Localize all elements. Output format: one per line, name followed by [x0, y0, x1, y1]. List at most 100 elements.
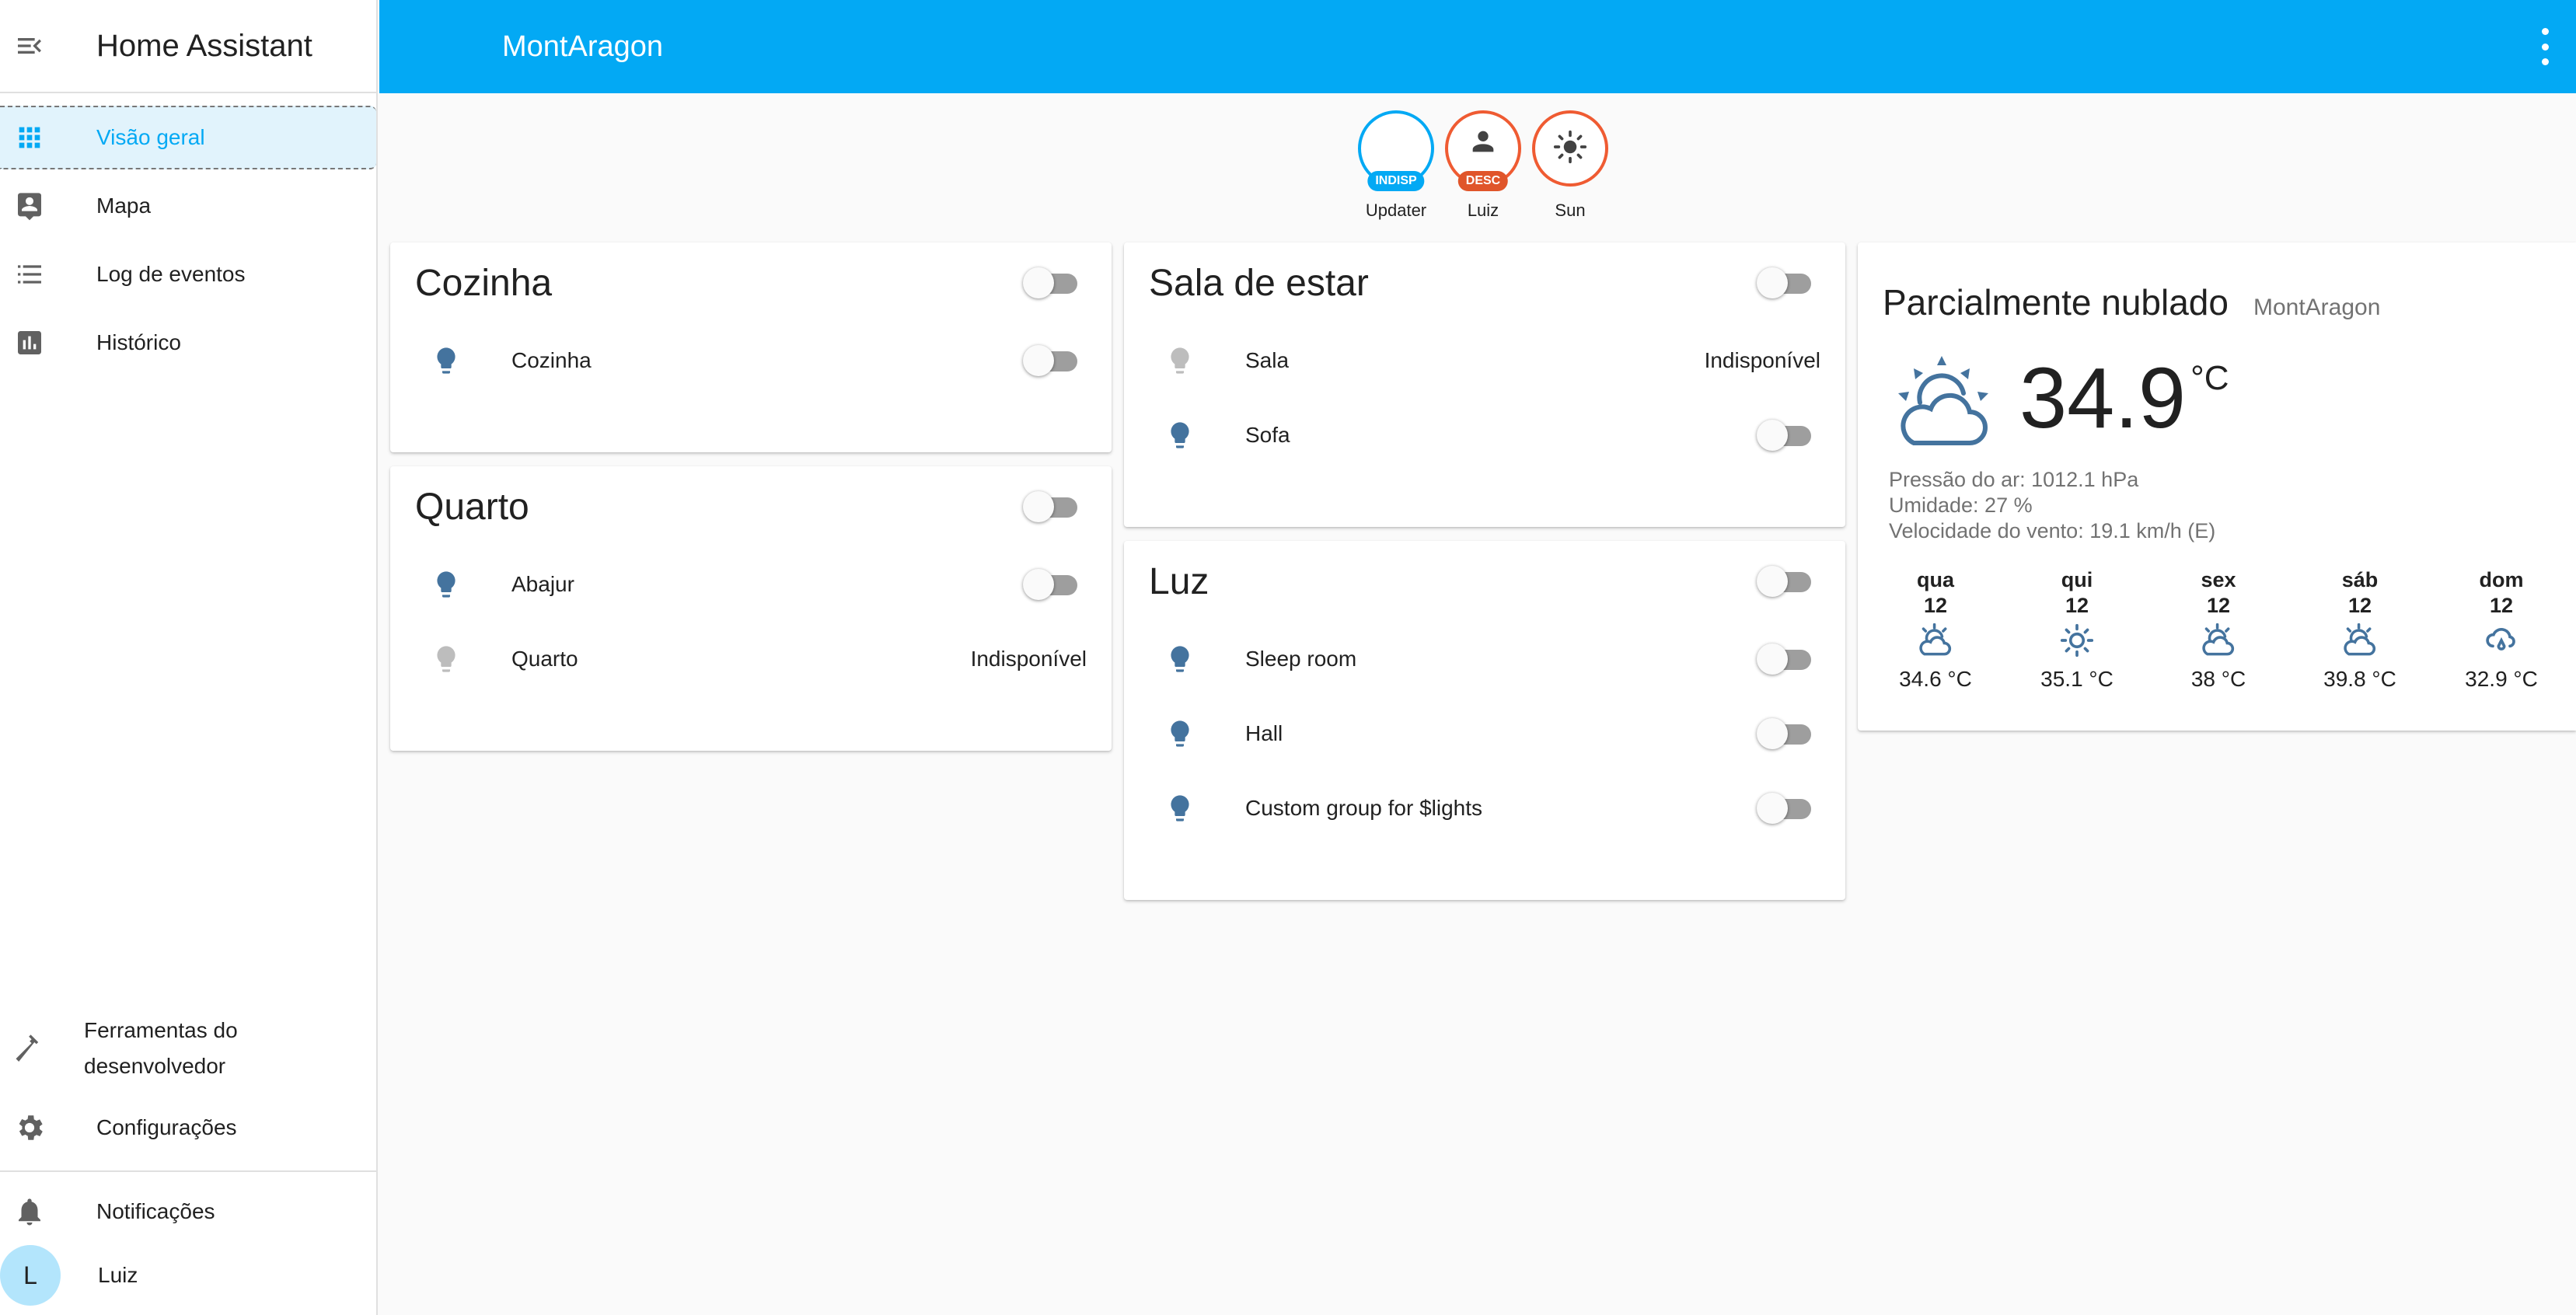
- app-toolbar: MontAragon: [379, 0, 2576, 93]
- forecast-date: 12: [2206, 594, 2231, 617]
- badge-circle: INDISP: [1358, 110, 1434, 191]
- card-title: Cozinha: [415, 262, 553, 304]
- group-toggle[interactable]: [1023, 267, 1077, 298]
- badge-sun[interactable]: Sun: [1527, 110, 1614, 221]
- entity-name: Sofa: [1245, 423, 1290, 447]
- sidebar-item-label: Visão geral: [96, 125, 205, 149]
- sidebar-item-label: Log de eventos: [96, 262, 246, 286]
- card-header: Cozinha: [390, 242, 1112, 323]
- gear-icon: [12, 1111, 47, 1145]
- sidebar-item-label: Histórico: [96, 330, 181, 354]
- entity-state: Indisponível: [970, 647, 1087, 671]
- forecast-date: 12: [1923, 594, 1948, 617]
- bell-icon: [12, 1195, 47, 1229]
- entity-row[interactable]: Sala Indisponível: [1124, 323, 1845, 398]
- lightbulb-icon: [1161, 791, 1199, 825]
- entity-name: Sala: [1245, 348, 1290, 372]
- card-header: Quarto: [390, 466, 1112, 547]
- avatar: L: [0, 1245, 61, 1306]
- rainy-icon: [2483, 619, 2520, 662]
- lightbulb-icon: [1161, 642, 1199, 676]
- entity-toggle[interactable]: [1757, 793, 1811, 824]
- entity-name: Sleep room: [1245, 647, 1357, 671]
- entity-toggle[interactable]: [1023, 345, 1077, 376]
- entity-row[interactable]: Cozinha: [390, 323, 1112, 398]
- sidebar-item-label: Ferramentas do desenvolvedor: [84, 1018, 238, 1078]
- sidebar-item-label: Luiz: [98, 1263, 138, 1287]
- entity-row[interactable]: Hall: [1124, 696, 1845, 771]
- card-quarto: Quarto Abajur Quarto Indisponível: [390, 466, 1112, 751]
- forecast-date: 12: [2489, 594, 2514, 617]
- entity-name: Hall: [1245, 721, 1283, 745]
- forecast-day: sex 12 38 °C: [2172, 567, 2265, 692]
- card-cozinha: Cozinha Cozinha: [390, 242, 1112, 452]
- sidebar: Home Assistant Visão geral Mapa Log de e…: [0, 0, 378, 1315]
- sidebar-item-logbook[interactable]: Log de eventos: [0, 242, 364, 306]
- weather-temperature: 34.9: [2019, 351, 2187, 446]
- badge-circle: [1532, 110, 1608, 187]
- forecast-weekday: sáb: [2341, 568, 2379, 591]
- card-header: Sala de estar: [1124, 242, 1845, 323]
- grid-icon: [12, 120, 47, 155]
- sidebar-item-label: Configurações: [96, 1115, 237, 1139]
- card-header: Luz: [1124, 541, 1845, 622]
- sidebar-item-settings[interactable]: Configurações: [0, 1096, 376, 1160]
- map-account-icon: [12, 189, 47, 223]
- weather-location: MontAragon: [2253, 295, 2381, 320]
- badge-updater[interactable]: INDISP Updater: [1353, 110, 1440, 221]
- entity-row[interactable]: Custom group for $lights: [1124, 771, 1845, 846]
- badges-row: INDISP Updater DESC Luiz Sun: [1353, 110, 1614, 221]
- lightbulb-icon: [428, 344, 465, 378]
- lightbulb-icon: [1161, 717, 1199, 751]
- sidebar-title: Home Assistant: [96, 28, 312, 63]
- entity-toggle[interactable]: [1023, 569, 1077, 600]
- lightbulb-icon: [428, 642, 465, 676]
- sidebar-item-profile[interactable]: L Luiz: [0, 1243, 376, 1307]
- sunny-icon: [2060, 619, 2094, 662]
- sidebar-divider: [0, 1170, 376, 1172]
- badge-person[interactable]: DESC Luiz: [1440, 110, 1527, 221]
- sidebar-nav: Visão geral Mapa Log de eventos Históric…: [0, 93, 376, 375]
- page-title: MontAragon: [502, 30, 664, 63]
- weather-forecast: qua 12 34.6 °C qui 12 35.1 °C sex 12 38 …: [1858, 567, 2576, 692]
- sidebar-item-overview[interactable]: Visão geral: [0, 106, 376, 169]
- sidebar-item-label: Notificações: [96, 1199, 215, 1223]
- list-icon: [12, 257, 47, 291]
- entity-name: Quarto: [511, 647, 578, 671]
- sidebar-item-notifications[interactable]: Notificações: [0, 1180, 376, 1243]
- entity-row[interactable]: Quarto Indisponível: [390, 622, 1112, 696]
- badge-name: Luiz: [1467, 201, 1499, 220]
- menu-collapse-icon[interactable]: [0, 0, 59, 92]
- forecast-temp: 35.1 °C: [2040, 667, 2114, 691]
- group-toggle[interactable]: [1757, 267, 1811, 298]
- entity-toggle[interactable]: [1757, 644, 1811, 675]
- badge-state: DESC: [1457, 171, 1509, 191]
- sidebar-item-developer-tools[interactable]: Ferramentas do desenvolvedor: [0, 1006, 376, 1091]
- forecast-day: qua 12 34.6 °C: [1889, 567, 1982, 692]
- hammer-icon: [12, 1032, 47, 1065]
- sidebar-item-map[interactable]: Mapa: [0, 174, 364, 238]
- weather-pressure: Pressão do ar: 1012.1 hPa: [1889, 468, 2139, 491]
- entity-name: Abajur: [511, 572, 574, 596]
- card-weather[interactable]: Parcialmente nublado MontAragon 34.9 °C: [1858, 242, 2576, 731]
- badge-name: Sun: [1555, 201, 1586, 220]
- group-toggle[interactable]: [1757, 566, 1811, 597]
- badge-name: Updater: [1365, 201, 1427, 220]
- forecast-temp: 38 °C: [2190, 667, 2246, 691]
- more-vert-icon[interactable]: [2537, 28, 2553, 65]
- sidebar-item-history[interactable]: Histórico: [0, 311, 364, 375]
- person-icon: [1468, 126, 1499, 161]
- entity-row[interactable]: Sofa: [1124, 398, 1845, 473]
- forecast-day: dom 12 32.9 °C: [2455, 567, 2548, 692]
- forecast-weekday: qui: [2061, 568, 2093, 591]
- entity-row[interactable]: Abajur: [390, 547, 1112, 622]
- forecast-day: qui 12 35.1 °C: [2030, 567, 2124, 692]
- card-title: Quarto: [415, 486, 529, 528]
- group-toggle[interactable]: [1023, 491, 1077, 522]
- lightbulb-icon: [1161, 418, 1199, 452]
- badge-circle: DESC: [1445, 110, 1521, 191]
- sidebar-header: Home Assistant: [0, 0, 376, 93]
- entity-toggle[interactable]: [1757, 718, 1811, 749]
- entity-toggle[interactable]: [1757, 420, 1811, 451]
- entity-row[interactable]: Sleep room: [1124, 622, 1845, 696]
